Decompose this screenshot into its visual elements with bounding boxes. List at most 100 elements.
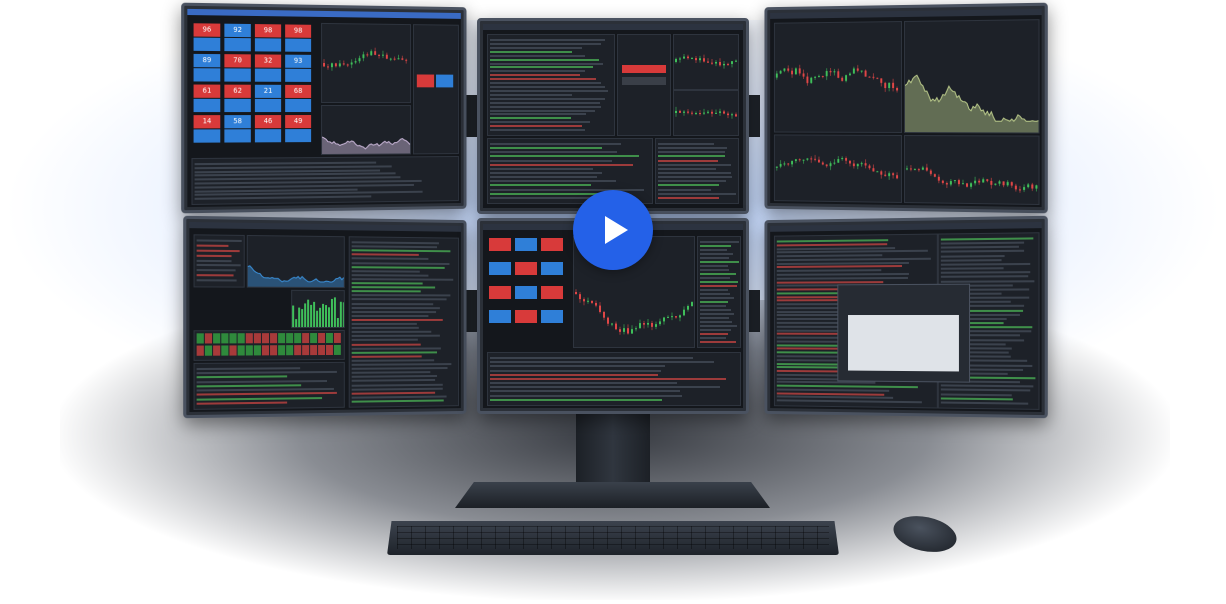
price-tile: 32 (254, 54, 282, 68)
bar (292, 305, 295, 328)
candle-body (909, 168, 912, 170)
candle-body (603, 311, 605, 318)
candle-body (970, 183, 973, 187)
table-row (196, 254, 232, 257)
table-row (196, 264, 241, 267)
bar (334, 297, 337, 328)
table-row (658, 151, 726, 154)
table-row (351, 310, 437, 313)
candle-body (817, 75, 820, 77)
price-tile (541, 310, 563, 323)
heatmap-cell (253, 333, 261, 344)
candle-body (978, 180, 981, 183)
table-row (490, 97, 606, 100)
price-tile (224, 37, 251, 52)
table-row (490, 357, 694, 359)
table-row (196, 392, 337, 396)
table-row (351, 339, 418, 342)
candle-body (675, 316, 677, 318)
table-row (351, 359, 434, 362)
table-row (351, 383, 443, 387)
table-row (700, 289, 728, 291)
news-feed (655, 138, 739, 204)
candle-body (888, 173, 891, 177)
candle-body (888, 82, 891, 89)
heatmap-cell (221, 333, 229, 344)
price-tile (193, 129, 221, 143)
candle-body (961, 183, 964, 185)
table-row (351, 375, 437, 379)
candle-body (982, 179, 985, 183)
candle-body (358, 58, 361, 62)
table-row (700, 241, 739, 243)
table-row (490, 86, 606, 88)
table-row (776, 399, 922, 404)
table-row (194, 195, 372, 201)
candle-body (731, 61, 733, 64)
candle-body (872, 168, 875, 172)
candle-body (583, 299, 585, 302)
candle-body (339, 63, 342, 67)
table-row (490, 54, 586, 57)
table-row (351, 261, 450, 265)
table-row (490, 163, 634, 166)
table-row (490, 58, 599, 61)
price-tile (224, 98, 251, 113)
candle-body (1023, 187, 1026, 190)
candle-body (829, 70, 832, 73)
bar (324, 304, 327, 327)
price-tile (489, 310, 511, 323)
table-row (490, 373, 659, 376)
price-tile (254, 68, 282, 82)
candle-body (829, 163, 832, 167)
price-tile: 68 (285, 84, 312, 98)
candle-body (892, 173, 895, 176)
table-row (700, 245, 731, 247)
candle-body (405, 59, 408, 61)
candlestick-chart (673, 90, 739, 136)
candle-body (884, 174, 887, 177)
price-tile: 89 (193, 53, 221, 68)
table-row (940, 241, 1025, 245)
candle-body (350, 62, 353, 65)
candle-body (864, 70, 867, 77)
table-row (490, 176, 598, 179)
candle-body (679, 315, 681, 318)
bar (340, 302, 343, 328)
bar (295, 319, 298, 328)
table-row (658, 188, 712, 191)
table-row (700, 253, 733, 255)
heatmap-cell (261, 333, 270, 344)
table-row (196, 249, 240, 252)
candle-body (913, 169, 916, 171)
table-row (196, 388, 334, 392)
candle-body (841, 77, 844, 81)
table-row (776, 257, 931, 261)
table-row (351, 379, 436, 383)
candle-body (1006, 181, 1009, 186)
candle-body (897, 175, 899, 179)
candle-body (814, 158, 817, 160)
monitor-bottom-left (183, 215, 467, 419)
table-row (196, 375, 288, 379)
candle-body (366, 54, 369, 56)
table-row (490, 89, 608, 92)
price-tile: 92 (224, 23, 251, 38)
table-row (351, 257, 429, 261)
table-row (700, 301, 728, 303)
candle-body (791, 70, 794, 75)
candle-body (591, 300, 593, 303)
play-button[interactable] (573, 190, 653, 270)
price-tile: 21 (254, 84, 282, 98)
candle-body (643, 323, 645, 325)
monitor-stand-neck (576, 408, 650, 488)
heatmap (193, 329, 345, 361)
heatmap-cell (270, 345, 278, 356)
candle-body (848, 160, 851, 164)
candle-body (719, 62, 721, 66)
heatmap-cell (318, 345, 326, 356)
price-tile (515, 262, 537, 275)
table-row (490, 117, 572, 120)
candle-body (1010, 182, 1013, 186)
price-tile-grid: 96 92 98 98 89 70 32 93 61 62 21 68 14 58 46 49 (193, 23, 316, 146)
